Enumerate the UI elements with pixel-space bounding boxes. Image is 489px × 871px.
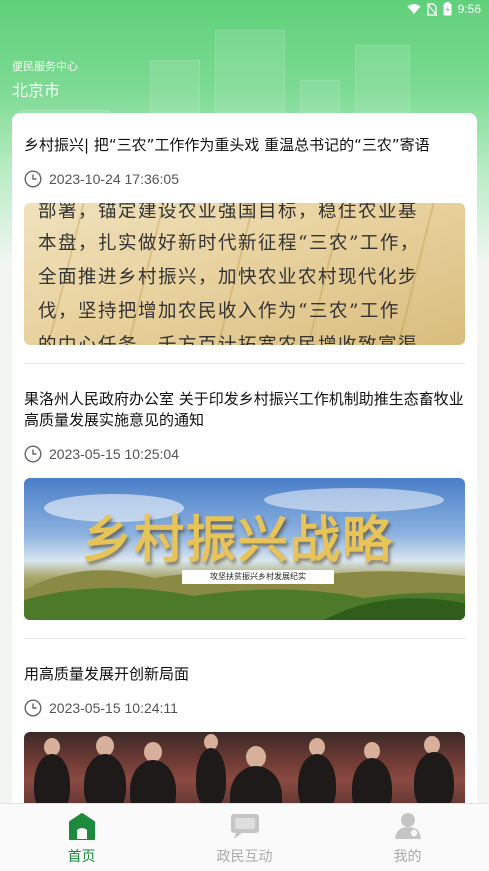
user-icon <box>394 813 421 839</box>
bottom-tab-bar: 首页 政民互动 我的 <box>0 803 489 871</box>
chat-icon <box>230 814 259 839</box>
news-thumbnail[interactable]: 部署，锚定建设农业强国目标，稳住农业基 本盘，扎实做好新时代新征程“三农”工作，… <box>24 203 465 345</box>
news-time: 2023-05-15 10:24:11 <box>49 700 178 716</box>
thumbnail-text-line: 部署，锚定建设农业强国目标，稳住农业基 <box>38 203 419 222</box>
tab-mine[interactable]: 我的 <box>326 804 489 871</box>
city-name[interactable]: 北京市 <box>12 77 78 101</box>
news-title[interactable]: 果洛州人民政府办公室 关于印发乡村振兴工作机制助推生态畜牧业 高质量发展实施意见… <box>24 389 465 431</box>
status-bar: 9:56 <box>0 0 489 22</box>
tab-label: 首页 <box>67 849 96 865</box>
tab-label: 政民互动 <box>216 849 273 865</box>
wifi-icon <box>407 4 421 14</box>
tab-interaction[interactable]: 政民互动 <box>163 804 326 871</box>
thumbnail-text-line: 全面推进乡村振兴，加快农业农村现代化步 <box>38 267 419 288</box>
home-icon <box>68 813 95 840</box>
thumbnail-text-line: 本盘，扎实做好新时代新征程“三农”工作， <box>38 233 420 254</box>
news-item[interactable]: 用高质量发展开创新局面 2023-05-15 10:24:11 <box>12 639 477 812</box>
news-time: 2023-10-24 17:36:05 <box>49 171 179 187</box>
thumbnail-text-line: 的中心任务，千方百计拓宽农民增收致富渠 <box>38 331 418 345</box>
location-header[interactable]: 便民服务中心 北京市 <box>12 58 78 101</box>
battery-icon <box>443 2 452 16</box>
news-title[interactable]: 乡村振兴| 把“三农”工作作为重头戏 重温总书记的“三农”寄语 <box>24 135 465 156</box>
news-title[interactable]: 用高质量发展开创新局面 <box>24 664 465 685</box>
news-thumbnail[interactable] <box>24 732 465 812</box>
news-item[interactable]: 果洛州人民政府办公室 关于印发乡村振兴工作机制助推生态畜牧业 高质量发展实施意见… <box>12 364 477 620</box>
news-item[interactable]: 乡村振兴| 把“三农”工作作为重头戏 重温总书记的“三农”寄语 2023-10-… <box>12 113 477 345</box>
news-thumbnail[interactable]: 乡村振兴战略 攻坚扶贫振兴乡村发展纪实 <box>24 478 465 620</box>
tab-label: 我的 <box>393 849 422 865</box>
clock-icon <box>24 445 42 463</box>
thumbnail-title: 乡村振兴战略 <box>82 510 394 569</box>
no-sim-icon <box>426 2 437 16</box>
thumbnail-tag: 攻坚扶贫振兴乡村发展纪实 <box>182 570 334 584</box>
clock-icon <box>24 170 42 188</box>
thumbnail-text-line: 伐，坚持把增加农民收入作为“三农”工作 <box>38 301 400 322</box>
clock: 9:56 <box>457 2 481 16</box>
news-feed[interactable]: 乡村振兴| 把“三农”工作作为重头戏 重温总书记的“三农”寄语 2023-10-… <box>12 113 477 813</box>
location-subtitle: 便民服务中心 <box>12 60 78 73</box>
news-time: 2023-05-15 10:25:04 <box>49 446 179 462</box>
clock-icon <box>24 699 42 717</box>
tab-home[interactable]: 首页 <box>0 804 163 871</box>
